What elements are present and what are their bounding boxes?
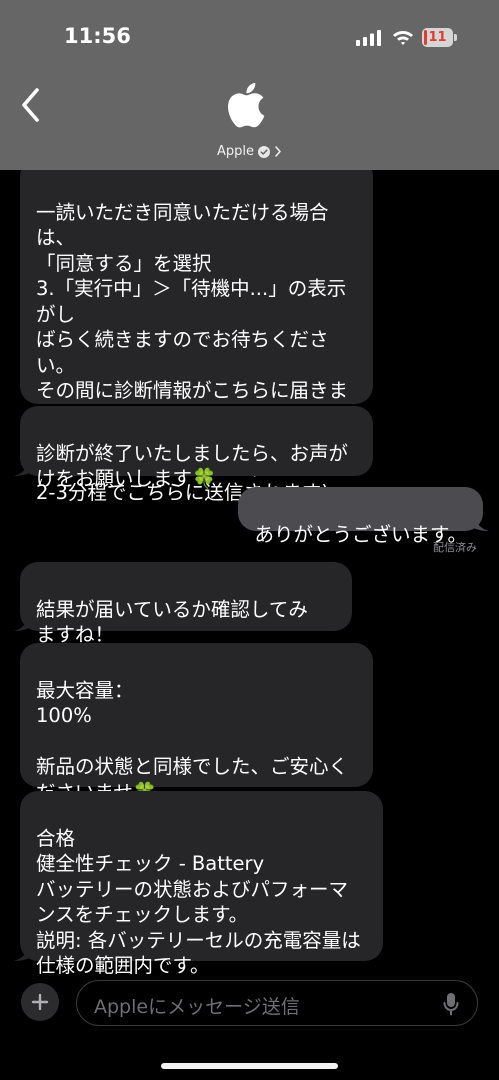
message-text: 結果が届いているか確認してみ ますね！ [36,597,308,647]
contact-name: Apple [216,144,254,159]
add-attachment-button[interactable] [21,983,59,1021]
verified-badge-icon [258,145,270,158]
apple-logo-avatar[interactable] [222,76,274,134]
wifi-icon [393,31,413,45]
message-text: 最大容量： 100% 新品の状態と同様でした、ご安心く ださいませ🍀 [36,678,349,804]
back-chevron-icon[interactable] [16,86,46,124]
message-input-placeholder: Appleにメッセージ送信 [94,996,300,1018]
message-bubble-incoming[interactable]: 結果が届いているか確認してみ ますね！ [14,562,352,646]
message-bubble-incoming[interactable]: 診断が終了いたしましたら、お声が けをお願いします🍀 [14,406,373,490]
status-time: 11:56 [64,24,131,48]
message-bubble-incoming[interactable]: 合格 健全性チェック - Battery バッテリーの状態およびパフォーマ ンス… [14,791,383,975]
message-bubble-incoming[interactable]: 一読いただき同意いただける場合は、 「同意する」を選択 3.「実行中」＞「待機中… [20,158,373,504]
delivery-status: 配信済み [433,541,477,554]
contact-name-link[interactable]: Apple [0,144,499,159]
message-bubble-outgoing[interactable]: ありがとうございます。 [238,487,489,546]
microphone-icon[interactable] [443,992,459,1016]
plus-icon [31,993,49,1011]
message-bubble-incoming[interactable]: 最大容量： 100% 新品の状態と同様でした、ご安心く ださいませ🍀 [20,643,373,804]
bubble-tail [14,613,34,631]
bubble-tail [469,513,489,531]
bubble-tail [14,943,34,961]
home-indicator[interactable] [161,1063,338,1069]
cellular-signal-icon [356,30,381,46]
chevron-right-icon [275,146,281,157]
chat-header: 11:56 11 Apple [0,0,499,170]
message-input[interactable]: Appleにメッセージ送信 [76,980,478,1026]
message-text: 合格 健全性チェック - Battery バッテリーの状態およびパフォーマ ンス… [36,826,361,976]
battery-percentage: 11 [428,30,447,45]
bubble-tail [14,458,34,476]
battery-icon: 11 [422,28,458,48]
